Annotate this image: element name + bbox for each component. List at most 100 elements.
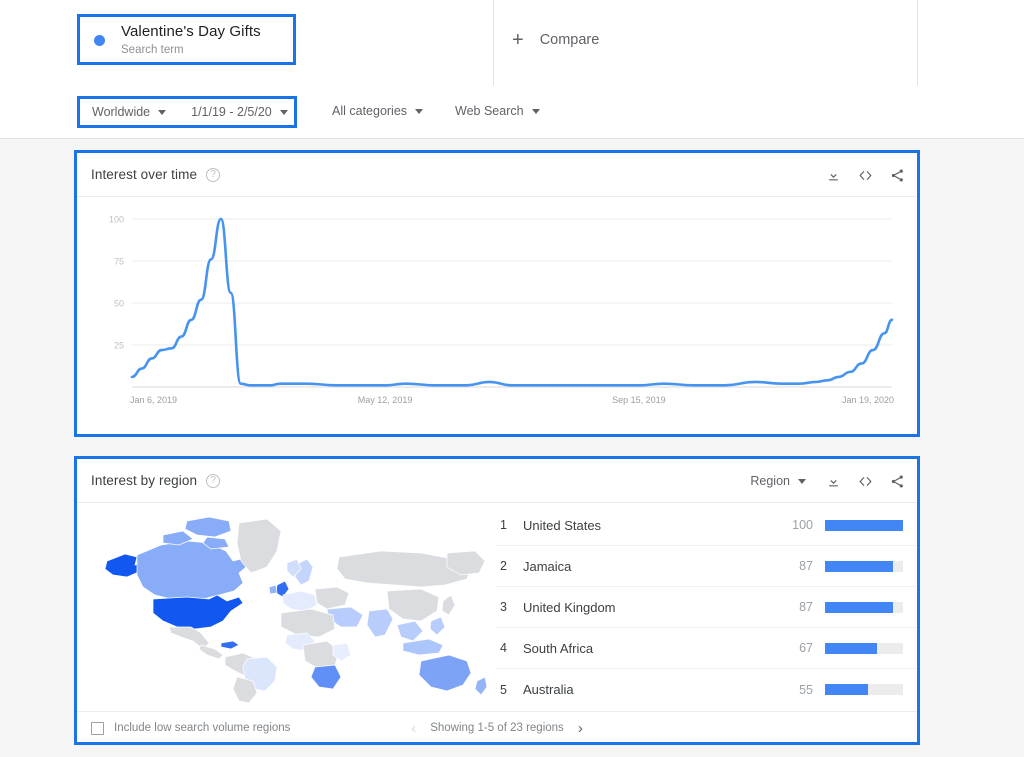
header-bar: Valentine's Day Gifts Search term + Comp…: [0, 0, 1024, 86]
region-footer: Include low search volume regions ‹ Show…: [77, 711, 917, 744]
region-breakdown-select[interactable]: Region: [750, 474, 806, 488]
region-filter[interactable]: Worldwide: [92, 105, 167, 119]
region-name: United Kingdom: [523, 599, 616, 615]
region-rank-row[interactable]: 4 South Africa 67: [497, 628, 917, 669]
plus-icon: +: [512, 29, 524, 51]
map-region[interactable]: [198, 644, 224, 660]
help-circle-icon[interactable]: ?: [206, 167, 221, 182]
embed-code-icon[interactable]: [857, 168, 874, 183]
region-name: United States: [523, 517, 602, 533]
search-type-label: Web Search: [455, 104, 524, 118]
map-region[interactable]: [136, 540, 247, 602]
map-region[interactable]: [184, 516, 232, 538]
map-region[interactable]: [396, 620, 424, 642]
region-breakdown-label: Region: [750, 474, 790, 488]
map-region[interactable]: [152, 594, 244, 630]
help-circle-icon[interactable]: ?: [206, 473, 221, 488]
region-rank-row[interactable]: 5 Australia 55: [497, 669, 917, 710]
interest-over-time-chart[interactable]: 25 50 75 100 Jan 6, 2019 May 12, 2019 Sep 15, …: [77, 197, 917, 437]
map-region[interactable]: [314, 586, 350, 610]
pagination: ‹ Showing 1-5 of 23 regions ›: [411, 721, 583, 736]
card-title: Interest over time: [91, 167, 198, 182]
card-title: Interest by region: [91, 473, 198, 488]
embed-code-icon[interactable]: [857, 474, 874, 489]
map-region[interactable]: [366, 608, 394, 638]
include-low-volume-label: Include low search volume regions: [114, 722, 291, 734]
region-rank-row[interactable]: 3 United Kingdom 87: [497, 587, 917, 628]
map-region[interactable]: [280, 608, 336, 638]
download-icon[interactable]: [826, 168, 841, 183]
chevron-down-icon: [531, 108, 540, 114]
interest-by-region-card: Interest by region ? Region 1 United Sta…: [74, 456, 920, 745]
header-divider: [493, 0, 494, 86]
map-region[interactable]: [429, 616, 446, 636]
map-region[interactable]: [282, 590, 318, 612]
region-bar-fill: [825, 601, 893, 613]
svg-text:75: 75: [114, 257, 124, 267]
region-rank-number: 3: [500, 600, 507, 614]
region-bar-fill: [825, 519, 903, 531]
chevron-left-icon[interactable]: ‹: [411, 721, 416, 736]
region-value: 55: [799, 682, 813, 697]
region-filter-label: Worldwide: [92, 105, 151, 119]
map-region[interactable]: [402, 638, 444, 656]
region-bar-track: [825, 684, 903, 695]
card-header: Interest by region ? Region: [77, 459, 917, 503]
region-rank-number: 4: [500, 641, 507, 655]
category-filter[interactable]: All categories: [332, 104, 424, 118]
share-icon[interactable]: [890, 474, 905, 489]
region-bar-track: [825, 642, 903, 654]
map-region[interactable]: [418, 654, 472, 692]
interest-over-time-card: Interest over time ? 25 50 75 100 Jan 6,…: [74, 150, 920, 437]
search-term-subtitle: Search term: [121, 43, 184, 56]
svg-text:100: 100: [109, 215, 124, 225]
download-icon[interactable]: [826, 474, 841, 489]
include-low-volume-checkbox[interactable]: Include low search volume regions: [91, 721, 291, 735]
location-date-filter-group: Worldwide 1/1/19 - 2/5/20: [77, 96, 297, 128]
world-map[interactable]: [77, 503, 497, 711]
region-rank-row[interactable]: 2 Jamaica 87: [497, 546, 917, 587]
region-value: 100: [792, 518, 813, 532]
card-header: Interest over time ?: [77, 153, 917, 197]
svg-text:50: 50: [114, 299, 124, 309]
search-term-chip[interactable]: Valentine's Day Gifts Search term: [77, 14, 296, 65]
region-rank-row[interactable]: 1 United States 100: [497, 505, 917, 546]
search-term-title: Valentine's Day Gifts: [121, 22, 261, 40]
svg-text:Jan 6, 2019: Jan 6, 2019: [130, 395, 177, 405]
date-range-filter[interactable]: 1/1/19 - 2/5/20: [191, 105, 288, 119]
region-body: 1 United States 100 2 Jamaica 87 3 United Kingd…: [77, 503, 917, 711]
map-region[interactable]: [220, 640, 240, 650]
share-icon[interactable]: [890, 168, 905, 183]
map-region[interactable]: [386, 588, 440, 622]
search-type-filter[interactable]: Web Search: [455, 104, 540, 118]
chevron-down-icon: [798, 478, 806, 484]
map-region[interactable]: [268, 584, 278, 595]
svg-text:Sep 15, 2019: Sep 15, 2019: [612, 395, 666, 405]
region-bar-fill: [825, 642, 878, 654]
region-bar-fill: [825, 684, 868, 695]
region-rank-number: 2: [500, 559, 507, 573]
svg-text:May 12, 2019: May 12, 2019: [358, 395, 413, 405]
region-rank-number: 5: [500, 682, 507, 697]
region-bar-fill: [825, 560, 893, 572]
region-name: Jamaica: [523, 558, 572, 574]
map-region[interactable]: [441, 594, 456, 616]
card-tools: [826, 153, 905, 197]
region-bar-track: [825, 519, 903, 531]
region-name: Australia: [523, 682, 574, 697]
map-region[interactable]: [310, 664, 342, 690]
pagination-text: Showing 1-5 of 23 regions: [430, 722, 564, 734]
svg-text:25: 25: [114, 341, 124, 351]
region-bar-track: [825, 601, 903, 613]
series-color-dot: [94, 35, 105, 46]
world-map-svg: [104, 516, 488, 704]
chevron-down-icon: [158, 109, 167, 115]
chevron-down-icon: [415, 108, 424, 114]
region-name: South Africa: [523, 640, 594, 656]
map-region[interactable]: [474, 676, 488, 696]
region-value: 67: [799, 641, 813, 655]
region-rank-number: 1: [500, 518, 507, 532]
region-rank-list: 1 United States 100 2 Jamaica 87 3 United Kingd…: [497, 503, 917, 711]
chevron-right-icon[interactable]: ›: [578, 721, 583, 736]
compare-button[interactable]: + Compare: [512, 30, 599, 50]
